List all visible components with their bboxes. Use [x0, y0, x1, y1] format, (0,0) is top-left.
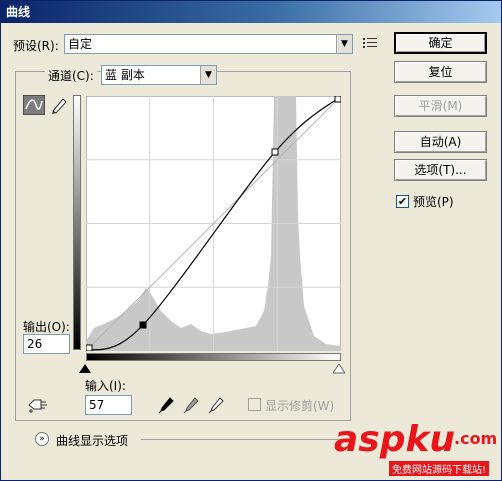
preset-select[interactable]: 自定 ▼ [64, 34, 353, 54]
hand-target-icon[interactable] [26, 396, 48, 414]
black-eyedropper-icon[interactable] [158, 396, 174, 414]
preset-value: 自定 [68, 37, 93, 51]
pencil-icon[interactable] [49, 95, 69, 115]
input-gradient-bar [86, 353, 341, 361]
input-label: 输入(I): [85, 379, 126, 393]
preset-label: 预设(R): [13, 39, 59, 53]
dropdown-arrow-icon: ▼ [200, 66, 216, 84]
white-point-slider[interactable] [332, 363, 346, 374]
output-label: 输出(O): [23, 320, 70, 334]
reset-button[interactable]: 复位 [394, 61, 487, 83]
channel-label: 通道(C): [45, 67, 97, 84]
output-gradient-bar [73, 95, 81, 350]
show-clipping-label: 显示修剪(W) [265, 399, 335, 413]
smooth-button[interactable]: 平滑(M) [394, 95, 487, 117]
curve-display-options-label[interactable]: 曲线显示选项 [56, 432, 128, 449]
watermark-caption: 免费网站源码下载站! [389, 461, 490, 476]
watermark-text: aspku [334, 419, 456, 460]
output-field[interactable]: 26 [23, 334, 70, 354]
menu-lines-icon[interactable] [363, 36, 377, 50]
input-field[interactable]: 57 [85, 395, 132, 415]
channel-value: 蓝 副本 [105, 68, 145, 82]
curves-dialog: 曲线 预设(R): 自定 ▼ 确定 复位 平滑(M) 自动(A) 选项(T)..… [0, 0, 502, 481]
preview-checkbox[interactable]: ✔ [396, 195, 409, 208]
dropdown-arrow-icon: ▼ [336, 35, 352, 53]
options-button[interactable]: 选项(T)... [394, 159, 487, 181]
curve-point[interactable] [334, 96, 341, 103]
channel-select[interactable]: 蓝 副本 ▼ [101, 65, 217, 85]
divider [141, 439, 341, 440]
curve-point-active[interactable] [139, 321, 147, 329]
watermark-suffix: .com [454, 429, 498, 448]
dialog-title: 曲线 [1, 1, 501, 23]
ok-button[interactable]: 确定 [394, 32, 487, 54]
site-watermark-logo: aspku .com 免费网站源码下载站! [334, 419, 499, 479]
preview-label: 预览(P) [413, 195, 454, 209]
auto-button[interactable]: 自动(A) [394, 131, 487, 153]
expand-chevron-icon[interactable]: » [35, 432, 49, 446]
curve-point[interactable] [271, 148, 279, 156]
gray-eyedropper-icon[interactable] [183, 396, 199, 414]
curve-tool-icon[interactable] [23, 95, 45, 115]
white-eyedropper-icon[interactable] [208, 396, 224, 414]
show-clipping-checkbox[interactable] [248, 398, 261, 411]
curve-point[interactable] [86, 344, 93, 351]
curve-graph[interactable] [86, 96, 341, 351]
black-point-slider[interactable] [79, 363, 91, 373]
